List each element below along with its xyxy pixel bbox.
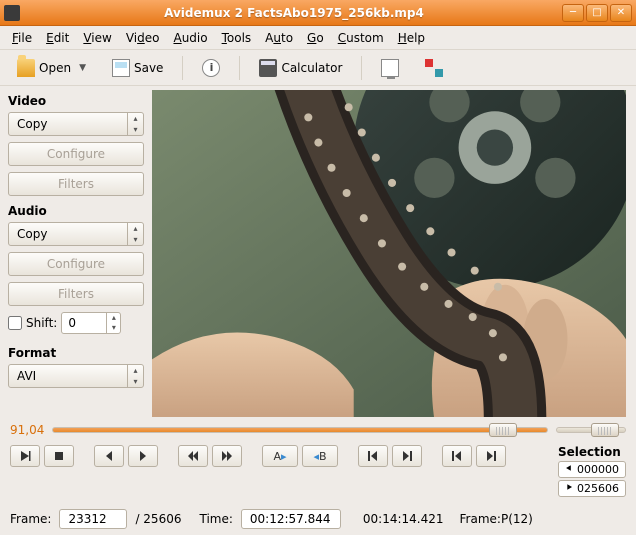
folder-open-icon (17, 59, 35, 77)
mark-b-button[interactable]: ◂B (302, 445, 338, 467)
main-area: Video Copy ▴▾ Configure Filters Audio Co… (0, 86, 636, 421)
seek-slider[interactable] (52, 425, 548, 435)
time-field[interactable]: 00:12:57.844 (241, 509, 341, 529)
goto-mark-a-button[interactable] (442, 445, 472, 467)
duration-value: 00:14:14.421 (363, 512, 444, 526)
menubar: File Edit View Video Audio Tools Auto Go… (0, 26, 636, 50)
shift-label: Shift: (26, 316, 57, 330)
time-label: Time: (199, 512, 232, 526)
menu-file[interactable]: File (8, 29, 36, 47)
open-button[interactable]: Open ▼ (8, 55, 95, 81)
video-filters-button[interactable]: Filters (8, 172, 144, 196)
calculator-icon (259, 59, 277, 77)
transport-controls: A▸ ◂B Selection ⯇ 000000 ⯈ 025606 (0, 441, 636, 505)
play-button[interactable] (10, 445, 40, 467)
audio-shift-row: Shift: 0 ▴▾ (8, 312, 144, 334)
spin-buttons[interactable]: ▴▾ (106, 313, 120, 333)
video-codec-combo[interactable]: Copy ▴▾ (8, 112, 144, 136)
audio-filters-button[interactable]: Filters (8, 282, 144, 306)
combo-spinner[interactable]: ▴▾ (127, 113, 143, 135)
frame-field[interactable]: 23312 (59, 509, 127, 529)
format-value: AVI (9, 369, 127, 383)
save-button[interactable]: Save (103, 55, 172, 81)
menu-edit[interactable]: Edit (42, 29, 73, 47)
maximize-button[interactable]: □ (586, 4, 608, 22)
calculator-label: Calculator (281, 61, 342, 75)
separator (239, 56, 240, 80)
app-icon (4, 5, 20, 21)
toolbar: Open ▼ Save Calculator (0, 50, 636, 86)
shift-checkbox[interactable] (8, 316, 22, 330)
left-panel: Video Copy ▴▾ Configure Filters Audio Co… (0, 86, 152, 421)
menu-video[interactable]: Video (122, 29, 164, 47)
mark-b-icon: ⯈ (565, 483, 573, 494)
chevron-down-icon[interactable]: ▼ (79, 63, 86, 73)
mark-a-icon: ⯇ (565, 464, 573, 475)
shift-spinbox[interactable]: 0 ▴▾ (61, 312, 121, 334)
projector-button[interactable] (372, 55, 408, 81)
secondary-thumb[interactable] (591, 423, 619, 437)
calculator-button[interactable]: Calculator (250, 55, 351, 81)
record-button[interactable] (416, 55, 452, 81)
video-configure-button[interactable]: Configure (8, 142, 144, 166)
projector-icon (381, 59, 399, 77)
mark-a-button[interactable]: A▸ (262, 445, 298, 467)
separator (182, 56, 183, 80)
seek-thumb[interactable] (489, 423, 517, 437)
video-codec-value: Copy (9, 117, 127, 131)
selection-a-value: 000000 (577, 463, 619, 476)
titlebar: Avidemux 2 FactsAbo1975_256kb.mp4 ─ □ ✕ (0, 0, 636, 26)
video-preview (152, 90, 626, 417)
info-icon (202, 59, 220, 77)
menu-audio[interactable]: Audio (169, 29, 211, 47)
combo-spinner[interactable]: ▴▾ (127, 223, 143, 245)
audio-section-title: Audio (8, 204, 144, 218)
menu-tools[interactable]: Tools (218, 29, 256, 47)
menu-view[interactable]: View (79, 29, 115, 47)
stop-button[interactable] (44, 445, 74, 467)
open-label: Open (39, 61, 71, 75)
menu-go[interactable]: Go (303, 29, 328, 47)
format-section-title: Format (8, 346, 144, 360)
goto-mark-b-button[interactable] (476, 445, 506, 467)
menu-help[interactable]: Help (394, 29, 429, 47)
status-row: Frame: 23312 / 25606 Time: 00:12:57.844 … (0, 505, 636, 535)
goto-start-button[interactable] (358, 445, 388, 467)
selection-panel: Selection ⯇ 000000 ⯈ 025606 (558, 445, 626, 499)
selection-b-field[interactable]: ⯈ 025606 (558, 480, 626, 497)
audio-codec-value: Copy (9, 227, 127, 241)
total-frames: / 25606 (135, 512, 181, 526)
combo-spinner[interactable]: ▴▾ (127, 365, 143, 387)
secondary-slider[interactable] (556, 425, 626, 435)
info-button[interactable] (193, 55, 229, 81)
next-keyframe-button[interactable] (212, 445, 242, 467)
record-icon (425, 59, 443, 77)
save-icon (112, 59, 130, 77)
video-section-title: Video (8, 94, 144, 108)
menu-auto[interactable]: Auto (261, 29, 297, 47)
selection-b-value: 025606 (577, 482, 619, 495)
shift-value: 0 (62, 313, 106, 333)
window-title: Avidemux 2 FactsAbo1975_256kb.mp4 (26, 6, 562, 20)
timeline-row: 91,04 (0, 421, 636, 441)
selection-title: Selection (558, 445, 626, 459)
goto-end-button[interactable] (392, 445, 422, 467)
frametype-value: Frame:P(12) (460, 512, 533, 526)
prev-keyframe-button[interactable] (178, 445, 208, 467)
minimize-button[interactable]: ─ (562, 4, 584, 22)
frame-label: Frame: (10, 512, 51, 526)
format-combo[interactable]: AVI ▴▾ (8, 364, 144, 388)
next-frame-button[interactable] (128, 445, 158, 467)
audio-codec-combo[interactable]: Copy ▴▾ (8, 222, 144, 246)
close-button[interactable]: ✕ (610, 4, 632, 22)
selection-a-field[interactable]: ⯇ 000000 (558, 461, 626, 478)
separator (361, 56, 362, 80)
save-label: Save (134, 61, 163, 75)
menu-custom[interactable]: Custom (334, 29, 388, 47)
prev-frame-button[interactable] (94, 445, 124, 467)
window-buttons: ─ □ ✕ (562, 4, 632, 22)
audio-configure-button[interactable]: Configure (8, 252, 144, 276)
timeline-value: 91,04 (10, 423, 44, 437)
